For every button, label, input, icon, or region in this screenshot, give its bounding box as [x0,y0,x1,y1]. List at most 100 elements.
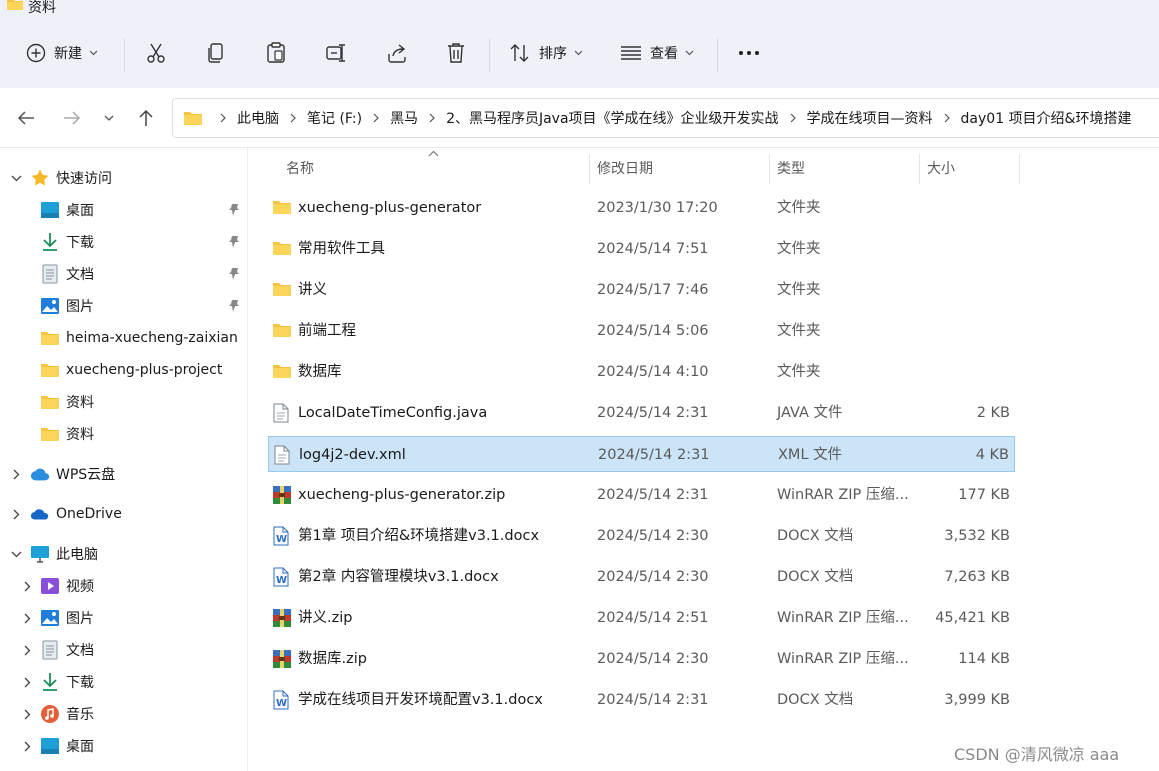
sidebar-item-this-pc[interactable]: 此电脑 [0,539,247,569]
chevron-down-icon[interactable] [10,548,22,560]
copy-button[interactable] [206,36,226,70]
sidebar-item-folder[interactable]: 资料 [0,387,247,417]
navigation-pane: 快速访问 桌面 下载 文档 图片 heima-xuecheng-zaixian … [0,148,248,771]
delete-button[interactable] [446,36,466,70]
folder-icon [272,362,292,382]
rename-button[interactable] [326,36,348,70]
more-options-button[interactable] [738,36,760,70]
column-header-type[interactable]: 类型 [777,148,805,188]
file-name: xuecheng-plus-generator.zip [298,487,506,503]
sidebar-item-desktop[interactable]: 桌面 [0,195,247,225]
file-row[interactable]: LocalDateTimeConfig.java 2024/5/14 2:31 JA… [268,395,1015,431]
sidebar-item-documents[interactable]: 文档 [0,259,247,289]
breadcrumb-course[interactable]: 2、黑马程序员Java项目《学成在线》企业级开发实战 [444,108,780,128]
cut-button[interactable] [146,36,166,70]
breadcrumb-day01[interactable]: day01 项目介绍&环境搭建 [959,108,1134,128]
sidebar-item-documents[interactable]: 文档 [0,635,247,665]
chevron-right-icon[interactable] [10,508,22,520]
chevron-right-icon[interactable] [10,468,22,480]
sidebar-item-music[interactable]: 音乐 [0,699,247,729]
breadcrumb-chevron-icon [373,113,379,123]
share-button[interactable] [386,36,408,70]
column-header-date[interactable]: 修改日期 [597,148,653,188]
folder-icon [6,0,24,16]
file-row[interactable]: 讲义.zip 2024/5/14 2:51 WinRAR ZIP 压缩... 45,4… [268,600,1015,636]
sort-button[interactable]: 排序 [509,36,583,70]
chevron-right-icon[interactable] [21,612,33,624]
sidebar-item-desktop[interactable]: 桌面 [0,731,247,761]
file-size: 4 KB [975,447,1009,463]
recent-locations-button[interactable] [98,107,120,129]
sidebar-item-pictures[interactable]: 图片 [0,603,247,633]
breadcrumb-heima[interactable]: 黑马 [388,108,420,128]
chevron-down-icon[interactable] [10,172,22,184]
desktop-icon [40,200,60,220]
sidebar-item-onedrive[interactable]: OneDrive [0,499,247,529]
back-button[interactable] [15,107,37,129]
chevron-right-icon[interactable] [21,644,33,656]
file-size: 3,999 KB [944,692,1010,708]
arrow-up-icon [139,109,153,126]
up-button[interactable] [135,107,157,129]
view-button[interactable]: 查看 [620,36,694,70]
sidebar-label: 桌面 [66,739,94,755]
sidebar-label: 文档 [66,267,94,283]
toolbar-separator [124,38,125,72]
file-row[interactable]: W 学成在线项目开发环境配置v3.1.docx 2024/5/14 2:31 DOCX… [268,682,1015,718]
chevron-right-icon[interactable] [21,740,33,752]
sidebar-item-videos[interactable]: 视频 [0,571,247,601]
file-row[interactable]: 数据库.zip 2024/5/14 2:30 WinRAR ZIP 压缩... 114… [268,641,1015,677]
pin-icon[interactable] [227,235,241,249]
sidebar-item-folder[interactable]: 资料 [0,419,247,449]
sidebar-label: 音乐 [66,707,94,723]
file-type: WinRAR ZIP 压缩... [777,610,909,626]
chevron-right-icon[interactable] [21,676,33,688]
pin-icon[interactable] [227,203,241,217]
breadcrumb-chevron-icon [944,113,950,123]
sidebar-item-downloads[interactable]: 下载 [0,227,247,257]
breadcrumb-this-pc[interactable]: 此电脑 [235,108,281,128]
sidebar-item-folder[interactable]: heima-xuecheng-zaixian [0,323,247,353]
file-row[interactable]: xuecheng-plus-generator.zip 2024/5/14 2:3… [268,477,1015,513]
file-row[interactable]: W 第1章 项目介绍&环境搭建v3.1.docx 2024/5/14 2:30 DOC… [268,518,1015,554]
sidebar-label: 此电脑 [56,547,98,563]
column-divider[interactable] [589,154,590,184]
file-type: 文件夹 [777,200,821,216]
file-row[interactable]: 数据库 2024/5/14 4:10 文件夹 [268,354,1015,390]
pin-icon[interactable] [227,267,241,281]
file-row[interactable]: 讲义 2024/5/17 7:46 文件夹 [268,272,1015,308]
address-bar[interactable]: 此电脑 笔记 (F:) 黑马 2、黑马程序员Java项目《学成在线》企业级开发实… [172,98,1159,138]
column-header-name[interactable]: 名称 [286,148,314,188]
file-row[interactable]: log4j2-dev.xml 2024/5/14 2:31 XML 文件 4 KB [268,436,1015,472]
file-row[interactable]: xuecheng-plus-generator 2023/1/30 17:20 文件… [268,190,1015,226]
column-header-size[interactable]: 大小 [927,148,955,188]
file-list: 名称 修改日期 类型 大小 xuecheng-plus-generator 202… [248,148,1159,771]
sidebar-item-wps-cloud[interactable]: WPS云盘 [0,459,247,489]
column-divider[interactable] [919,154,920,184]
file-row[interactable]: 常用软件工具 2024/5/14 7:51 文件夹 [268,231,1015,267]
breadcrumb-drive[interactable]: 笔记 (F:) [305,108,364,128]
sidebar-item-folder[interactable]: xuecheng-plus-project [0,355,247,385]
paste-button[interactable] [266,36,286,70]
sidebar-item-pictures[interactable]: 图片 [0,291,247,321]
picture-icon [40,608,60,628]
chevron-right-icon[interactable] [21,708,33,720]
file-row[interactable]: 前端工程 2024/5/14 5:06 文件夹 [268,313,1015,349]
sidebar-item-quick-access[interactable]: 快速访问 [0,163,247,193]
breadcrumb-materials[interactable]: 学成在线项目—资料 [805,108,935,128]
toolbar-separator [489,38,490,72]
winrar-icon [272,649,292,669]
file-date: 2024/5/14 4:10 [597,364,709,380]
sidebar-item-downloads[interactable]: 下载 [0,667,247,697]
sidebar-label: 快速访问 [56,171,112,187]
column-divider[interactable] [1019,154,1020,184]
forward-button[interactable] [61,107,83,129]
pin-icon[interactable] [227,299,241,313]
column-divider[interactable] [769,154,770,184]
folder-icon [272,198,292,218]
sidebar-label: heima-xuecheng-zaixian [66,330,238,346]
chevron-right-icon[interactable] [21,580,33,592]
new-button[interactable]: 新建 [26,36,98,70]
navigation-bar: 此电脑 笔记 (F:) 黑马 2、黑马程序员Java项目《学成在线》企业级开发实… [0,88,1159,148]
file-row[interactable]: W 第2章 内容管理模块v3.1.docx 2024/5/14 2:30 DOCX 文… [268,559,1015,595]
